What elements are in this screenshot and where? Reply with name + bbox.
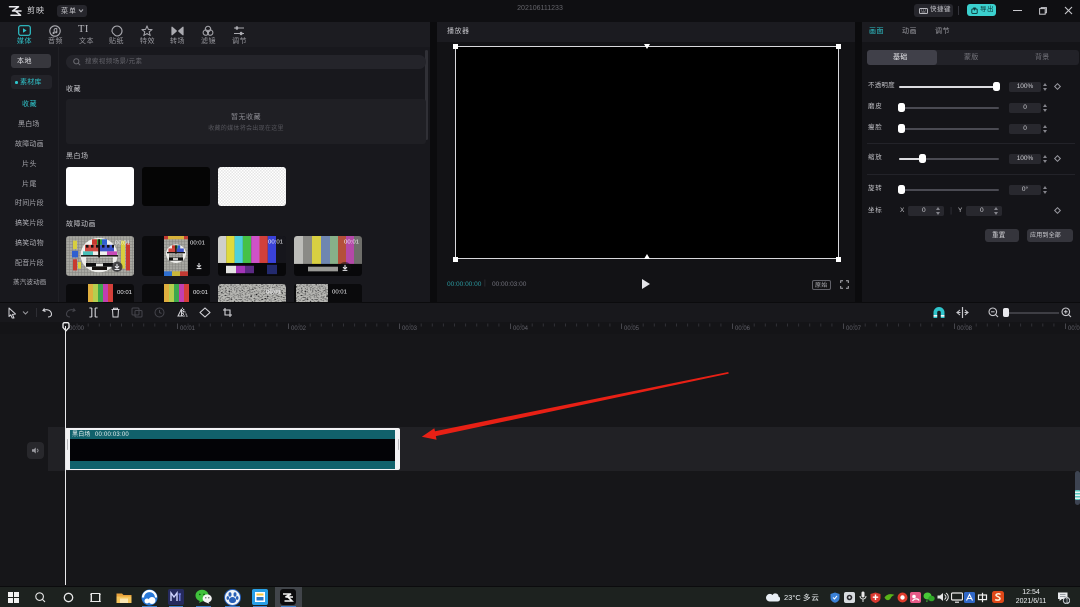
svg-text:00:01: 00:01 [268, 240, 283, 246]
svg-text:00:03: 00:03 [402, 326, 418, 332]
svg-text:00:01: 00:01 [190, 241, 205, 247]
svg-text:00:01: 00:01 [117, 290, 132, 296]
svg-text:00:02: 00:02 [291, 326, 307, 332]
svg-text:00:01: 00:01 [180, 326, 196, 332]
svg-text:00:01: 00:01 [115, 241, 130, 247]
svg-text:00:01: 00:01 [193, 290, 208, 296]
svg-text:00:01: 00:01 [266, 289, 281, 295]
svg-text:00:01: 00:01 [332, 289, 347, 295]
svg-text:00:07: 00:07 [846, 326, 862, 332]
svg-text:00:01: 00:01 [344, 240, 359, 246]
svg-text:00:00: 00:00 [69, 326, 85, 332]
svg-text:00:09: 00:09 [1068, 326, 1080, 332]
svg-text:00:05: 00:05 [624, 326, 640, 332]
svg-text:00:08: 00:08 [957, 326, 973, 332]
svg-text:00:06: 00:06 [735, 326, 751, 332]
svg-text:00:04: 00:04 [513, 326, 529, 332]
